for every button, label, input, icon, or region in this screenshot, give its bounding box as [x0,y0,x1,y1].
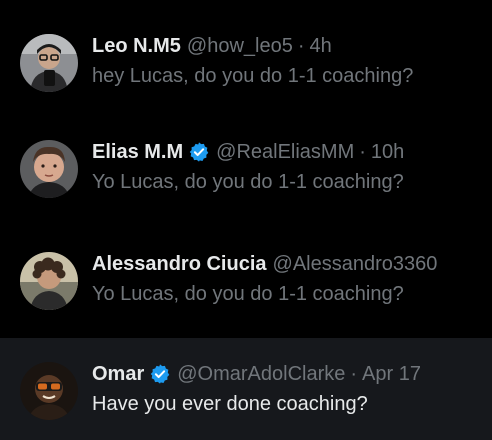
conversation-item[interactable]: Omar @OmarAdolClarke · Apr 17 Have you e… [0,338,492,440]
dm-conversation-list: Leo N.M5 @how_leo5 · 4h hey Lucas, do yo… [0,0,492,440]
message-preview: hey Lucas, do you do 1-1 coaching? [92,65,414,87]
message-preview: Have you ever done coaching? [92,393,368,415]
avatar[interactable] [20,34,78,92]
person-curly-hair-avatar-icon [20,252,78,310]
sender-handle: @RealEliasMM [216,140,355,163]
message-preview: Yo Lucas, do you do 1-1 coaching? [92,283,404,305]
message-time: 4h [309,34,332,57]
separator-dot: · [350,362,358,385]
conversation-item[interactable]: Elias M.M @RealEliasMM · 10h Yo Lucas, d… [0,106,492,212]
message-time: Apr 17 [362,362,421,385]
avatar[interactable] [20,362,78,420]
conversation-item[interactable]: Alessandro Ciucia @Alessandro3360 Yo Luc… [0,212,492,318]
message-time: 10h [370,140,405,163]
sender-name: Elias M.M [92,140,184,163]
conversation-item[interactable]: Leo N.M5 @how_leo5 · 4h hey Lucas, do yo… [0,0,492,106]
person-glasses-avatar-icon [20,34,78,92]
separator-dot: · [359,140,366,163]
sender-handle: @how_leo5 [186,34,293,57]
sender-name: Leo N.M5 [92,34,181,57]
sender-handle: @OmarAdolClarke [177,362,346,385]
verified-badge-icon [189,142,209,162]
person-portrait-avatar-icon [20,140,78,198]
avatar[interactable] [20,252,78,310]
sender-name: Omar [92,362,145,385]
sender-name: Alessandro Ciucia [92,252,267,275]
separator-dot: · [297,34,305,57]
verified-badge-icon [150,364,170,384]
sender-handle: @Alessandro3360 [272,252,438,275]
message-preview: Yo Lucas, do you do 1-1 coaching? [92,171,404,193]
person-dark-avatar-icon [20,362,78,420]
avatar[interactable] [20,140,78,198]
